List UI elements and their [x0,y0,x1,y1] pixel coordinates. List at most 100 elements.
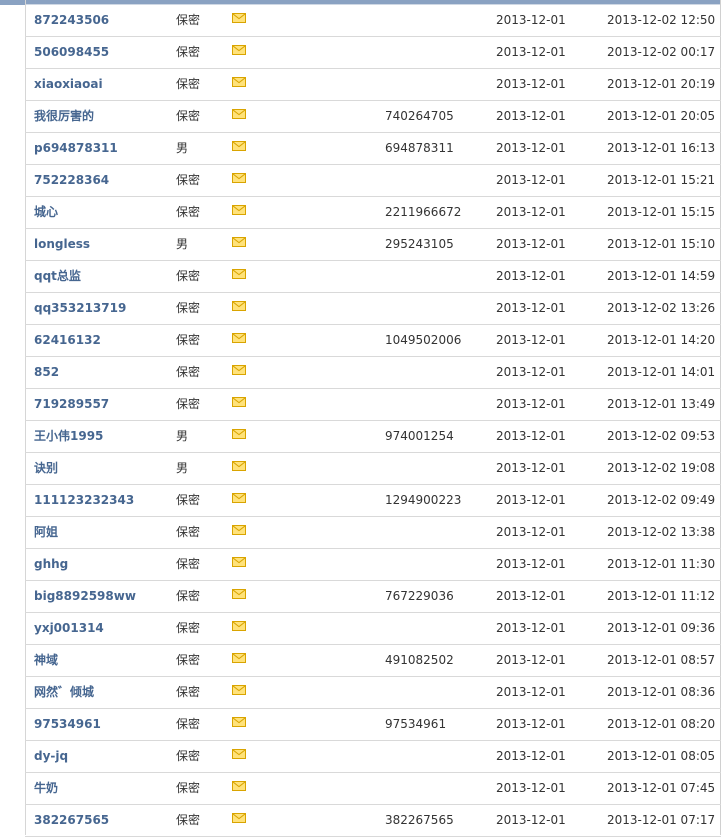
member-username-link[interactable]: p694878311 [34,133,118,164]
member-username-link[interactable]: qq353213719 [34,293,126,324]
envelope-icon[interactable] [232,301,246,311]
member-register-date: 2013-12-01 [496,653,566,667]
envelope-icon[interactable] [232,13,246,23]
member-register-date: 2013-12-01 [496,781,566,795]
member-register-date: 2013-12-01 [496,717,566,731]
envelope-icon[interactable] [232,109,246,119]
member-username-link[interactable]: 111123232343 [34,485,134,516]
envelope-icon[interactable] [232,813,246,823]
member-qq-number: 974001254 [385,429,454,443]
envelope-icon[interactable] [232,525,246,535]
member-register-date: 2013-12-01 [496,237,566,251]
member-username-link[interactable]: 62416132 [34,325,101,356]
envelope-icon[interactable] [232,621,246,631]
member-gender: 保密 [176,333,201,347]
member-row: xiaoxiaoai 保密 2013-12-01 2013-12-01 20:1… [25,69,721,101]
envelope-icon[interactable] [232,781,246,791]
envelope-icon[interactable] [232,493,246,503]
member-username-link[interactable]: 牛奶 [34,773,58,804]
member-register-date: 2013-12-01 [496,333,566,347]
member-username-link[interactable]: 752228364 [34,165,109,196]
envelope-icon[interactable] [232,365,246,375]
envelope-icon[interactable] [232,77,246,87]
member-username-link[interactable]: 872243506 [34,5,109,36]
envelope-icon[interactable] [232,45,246,55]
member-last-login: 2013-12-01 16:13 [607,141,716,155]
member-row: ghhg 保密 2013-12-01 2013-12-01 11:30 [25,549,721,581]
member-register-date: 2013-12-01 [496,205,566,219]
member-last-login: 2013-12-01 09:36 [607,621,716,635]
member-gender: 保密 [176,781,201,795]
member-last-login: 2013-12-02 09:49 [607,493,716,507]
member-username-link[interactable]: 诀别 [34,453,58,484]
member-register-date: 2013-12-01 [496,749,566,763]
member-username-link[interactable]: 719289557 [34,389,109,420]
envelope-icon[interactable] [232,205,246,215]
envelope-icon[interactable] [232,173,246,183]
envelope-icon[interactable] [232,141,246,151]
member-register-date: 2013-12-01 [496,173,566,187]
member-username-link[interactable]: yxj001314 [34,613,104,644]
member-username-link[interactable]: ghhg [34,549,68,580]
envelope-icon[interactable] [232,237,246,247]
member-username-link[interactable]: 王小伟1995 [34,421,103,452]
envelope-icon[interactable] [232,333,246,343]
envelope-icon[interactable] [232,717,246,727]
member-username-link[interactable]: 阿姐 [34,517,58,548]
member-last-login: 2013-12-01 14:59 [607,269,716,283]
member-row: 牛奶 保密 2013-12-01 2013-12-01 07:45 [25,773,721,805]
member-gender: 男 [176,429,189,443]
envelope-icon[interactable] [232,685,246,695]
member-row: big8892598ww 保密 767229036 2013-12-01 201… [25,581,721,613]
member-gender: 男 [176,141,189,155]
member-username-link[interactable]: 城心 [34,197,58,228]
member-username-link[interactable]: 97534961 [34,709,101,740]
member-gender: 保密 [176,525,201,539]
member-row: 城心 保密 2211966672 2013-12-01 2013-12-01 1… [25,197,721,229]
member-gender: 保密 [176,269,201,283]
member-username-link[interactable]: 382267565 [34,805,109,836]
member-gender: 保密 [176,589,201,603]
member-username-link[interactable]: longless [34,229,90,260]
member-row: 506098455 保密 2013-12-01 2013-12-02 00:17 [25,37,721,69]
member-gender: 保密 [176,205,201,219]
member-gender: 保密 [176,397,201,411]
member-last-login: 2013-12-01 08:36 [607,685,716,699]
envelope-icon[interactable] [232,589,246,599]
envelope-icon[interactable] [232,397,246,407]
member-gender: 保密 [176,365,201,379]
member-last-login: 2013-12-02 09:53 [607,429,716,443]
member-gender: 保密 [176,45,201,59]
member-row: 97534961 保密 97534961 2013-12-01 2013-12-… [25,709,721,741]
member-username-link[interactable]: xiaoxiaoai [34,69,103,100]
member-qq-number: 694878311 [385,141,454,155]
member-gender: 保密 [176,109,201,123]
member-username-link[interactable]: dy-jq [34,741,68,772]
member-last-login: 2013-12-01 11:12 [607,589,716,603]
envelope-icon[interactable] [232,269,246,279]
member-username-link[interactable]: 506098455 [34,37,109,68]
envelope-icon[interactable] [232,429,246,439]
envelope-icon[interactable] [232,557,246,567]
member-last-login: 2013-12-02 19:08 [607,461,716,475]
member-row: dy-jq 保密 2013-12-01 2013-12-01 08:05 [25,741,721,773]
member-qq-number: 97534961 [385,717,447,731]
member-last-login: 2013-12-01 08:57 [607,653,716,667]
envelope-icon[interactable] [232,461,246,471]
member-row: 神域 保密 491082502 2013-12-01 2013-12-01 08… [25,645,721,677]
member-register-date: 2013-12-01 [496,589,566,603]
member-username-link[interactable]: 神域 [34,645,58,676]
member-username-link[interactable]: qqt总监 [34,261,81,292]
member-gender: 保密 [176,77,201,91]
member-register-date: 2013-12-01 [496,621,566,635]
member-username-link[interactable]: big8892598ww [34,581,136,612]
member-username-link[interactable]: 网然゛倾城 [34,677,94,708]
member-username-link[interactable]: 852 [34,357,59,388]
envelope-icon[interactable] [232,653,246,663]
member-gender: 保密 [176,717,201,731]
member-register-date: 2013-12-01 [496,77,566,91]
member-last-login: 2013-12-01 13:49 [607,397,716,411]
envelope-icon[interactable] [232,749,246,759]
member-username-link[interactable]: 我很厉害的 [34,101,94,132]
member-last-login: 2013-12-02 00:17 [607,45,716,59]
